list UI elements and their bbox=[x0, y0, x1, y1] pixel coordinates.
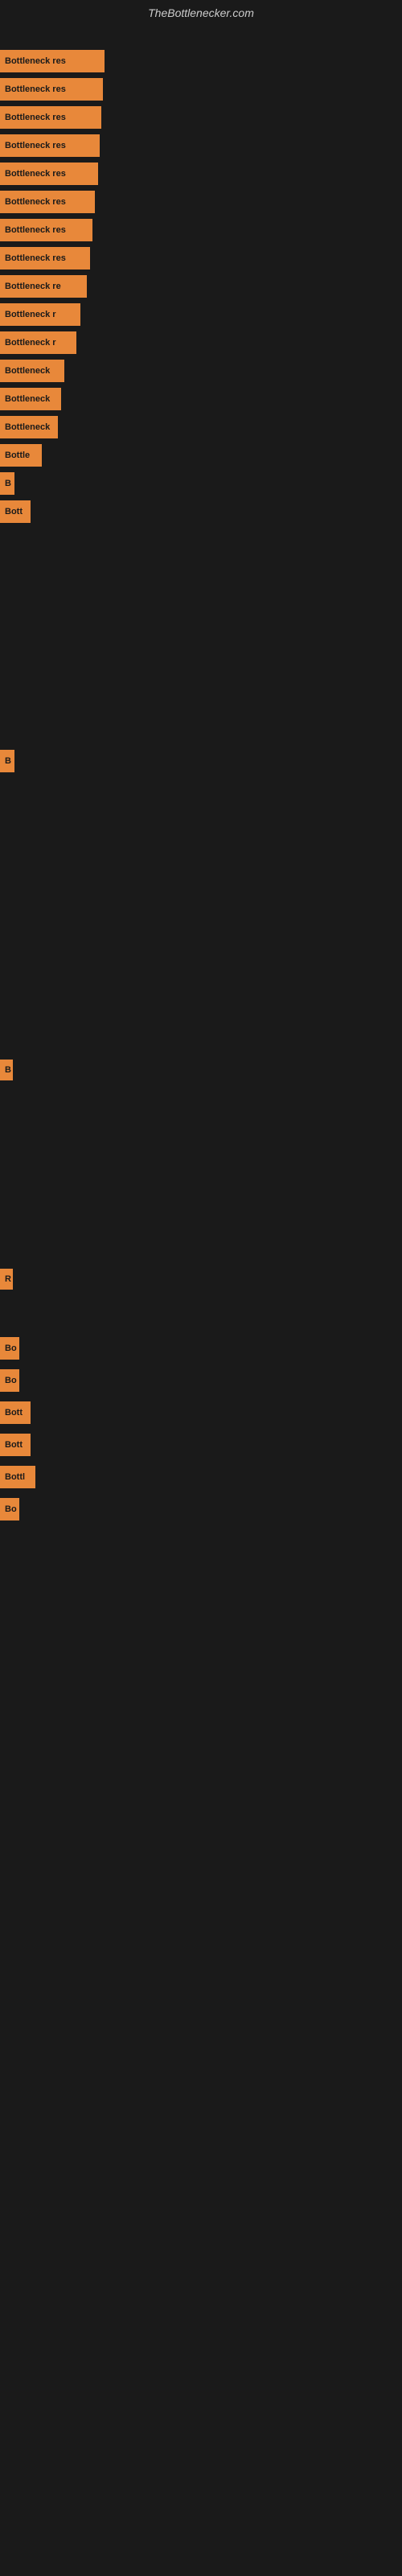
bottleneck-item[interactable]: Bo bbox=[0, 1337, 19, 1360]
bottleneck-item[interactable]: Bottleneck res bbox=[0, 163, 98, 185]
bottleneck-item[interactable]: Bottleneck r bbox=[0, 331, 76, 354]
bottleneck-item[interactable]: Bottleneck bbox=[0, 388, 61, 410]
bottleneck-item[interactable]: Bottleneck res bbox=[0, 219, 92, 241]
bottleneck-item[interactable]: Bottleneck re bbox=[0, 275, 87, 298]
bottleneck-item[interactable]: Bottl bbox=[0, 1466, 35, 1488]
bottleneck-item[interactable]: B bbox=[0, 750, 14, 772]
bottleneck-item[interactable]: Bottleneck res bbox=[0, 134, 100, 157]
bottleneck-item[interactable]: Bottleneck res bbox=[0, 247, 90, 270]
bottleneck-item[interactable]: Bottleneck bbox=[0, 416, 58, 438]
bottleneck-item[interactable]: Bottleneck res bbox=[0, 106, 101, 129]
bottleneck-item[interactable]: Bottleneck res bbox=[0, 78, 103, 101]
site-title: TheBottlenecker.com bbox=[0, 0, 402, 26]
bottleneck-item[interactable]: Bottleneck res bbox=[0, 191, 95, 213]
bottleneck-item[interactable]: Bottleneck bbox=[0, 360, 64, 382]
bottleneck-item[interactable]: Bott bbox=[0, 1434, 31, 1456]
bottleneck-item[interactable]: R bbox=[0, 1269, 13, 1290]
bottleneck-item[interactable]: Bott bbox=[0, 500, 31, 523]
bottleneck-item[interactable]: B bbox=[0, 472, 14, 495]
bottleneck-item[interactable]: Bott bbox=[0, 1401, 31, 1424]
bottleneck-item[interactable]: Bo bbox=[0, 1498, 19, 1520]
bottleneck-item[interactable]: Bottle bbox=[0, 444, 42, 467]
bottleneck-item[interactable]: Bottleneck r bbox=[0, 303, 80, 326]
bottleneck-item[interactable]: B bbox=[0, 1060, 13, 1080]
bottleneck-item[interactable]: Bottleneck res bbox=[0, 50, 105, 72]
bottleneck-item[interactable]: Bo bbox=[0, 1369, 19, 1392]
